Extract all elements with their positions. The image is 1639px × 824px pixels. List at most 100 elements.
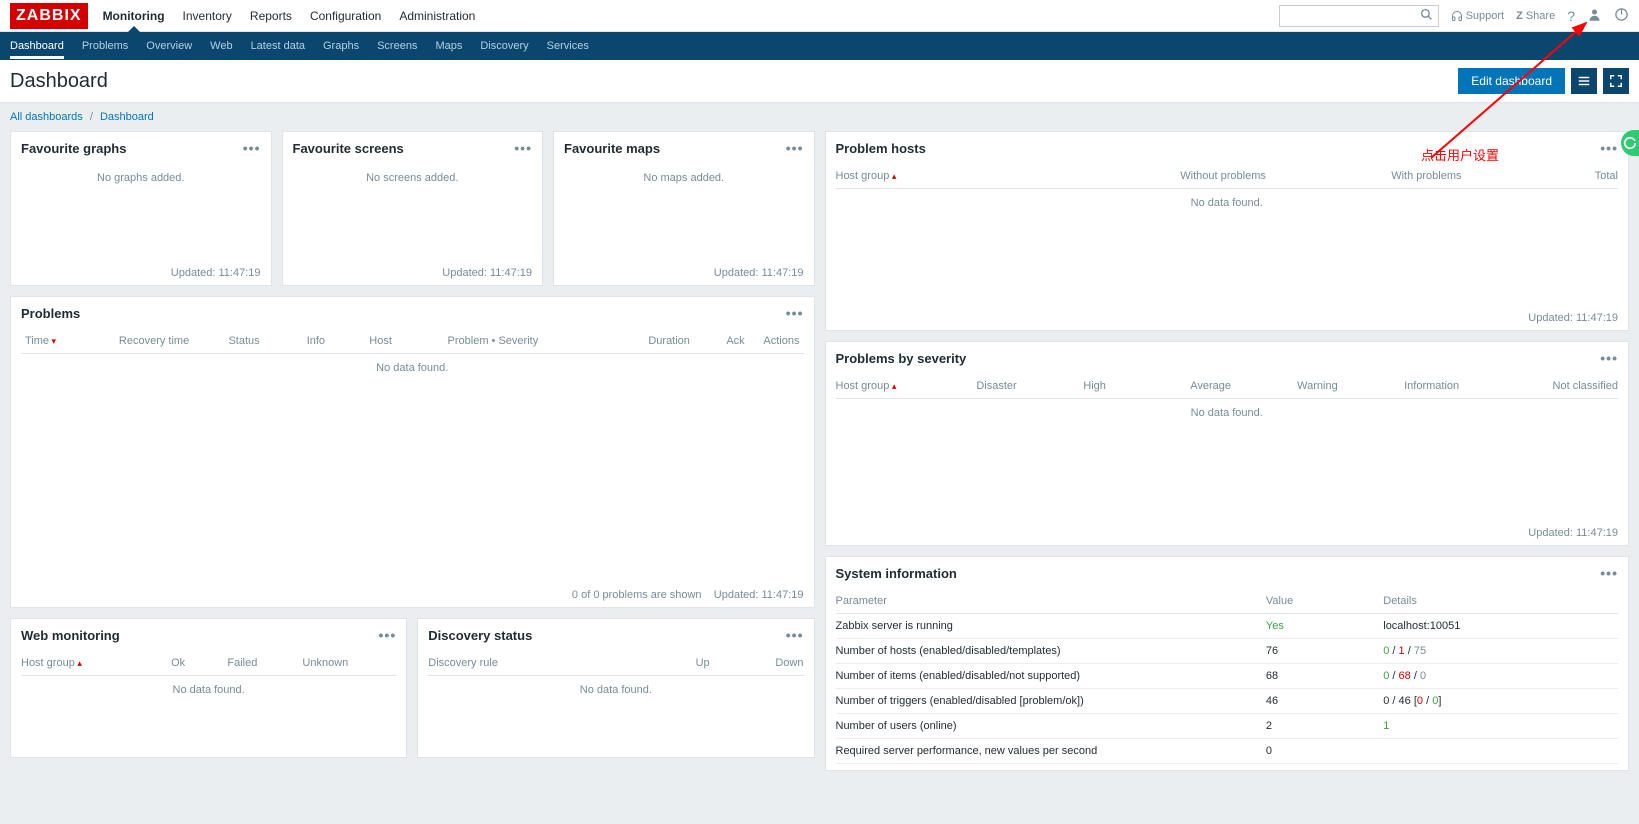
col-high[interactable]: High <box>1083 380 1190 392</box>
share-link[interactable]: Z Share <box>1516 10 1555 22</box>
si-param: Zabbix server is running <box>836 620 1266 632</box>
no-data: No data found. <box>836 189 1619 217</box>
col-notclassified[interactable]: Not classified <box>1511 380 1618 392</box>
col-information[interactable]: Information <box>1404 380 1511 392</box>
col-up[interactable]: Up <box>635 657 710 669</box>
col-down[interactable]: Down <box>710 657 804 669</box>
sub-nav-maps[interactable]: Maps <box>435 33 462 59</box>
breadcrumb-all[interactable]: All dashboards <box>10 111 83 123</box>
col-with[interactable]: With problems <box>1266 170 1462 182</box>
col-warning[interactable]: Warning <box>1297 380 1404 392</box>
widget-menu-icon[interactable]: ••• <box>786 627 804 643</box>
sub-nav-services[interactable]: Services <box>547 33 589 59</box>
widget-menu-icon[interactable]: ••• <box>1600 350 1618 366</box>
widget-menu-icon[interactable]: ••• <box>1600 140 1618 156</box>
col-disaster[interactable]: Disaster <box>976 380 1083 392</box>
col-actions[interactable]: Actions <box>749 335 804 347</box>
empty-message: No graphs added. <box>21 164 261 192</box>
si-value: 76 <box>1266 645 1383 657</box>
col-duration[interactable]: Duration <box>616 335 694 347</box>
si-param: Number of users (online) <box>836 720 1266 732</box>
col-details: Details <box>1383 595 1618 607</box>
widget-menu-icon[interactable]: ••• <box>514 140 532 156</box>
discovery-header: Discovery rule Up Down <box>428 651 803 676</box>
widget-menu-icon[interactable]: ••• <box>786 140 804 156</box>
widget-title: Favourite graphs <box>21 141 126 156</box>
si-param: Number of triggers (enabled/disabled [pr… <box>836 695 1266 707</box>
sub-nav-screens[interactable]: Screens <box>377 33 417 59</box>
support-link[interactable]: Support <box>1451 10 1505 22</box>
search-input[interactable] <box>1279 5 1439 27</box>
search-icon[interactable] <box>1420 8 1433 24</box>
col-status[interactable]: Status <box>224 335 302 347</box>
col-hostgroup[interactable]: Host group <box>21 657 171 669</box>
favourite-maps-widget: Favourite maps••• No maps added. Updated… <box>553 131 815 286</box>
widget-footer: 0 of 0 problems are shown Updated: 11:47… <box>11 583 814 607</box>
left-column: Favourite graphs ••• No graphs added. Upd… <box>10 131 815 771</box>
top-nav-monitoring[interactable]: Monitoring <box>103 1 165 31</box>
col-info[interactable]: Info <box>303 335 366 347</box>
widget-updated: Updated: 11:47:19 <box>283 261 543 285</box>
top-nav-items: Monitoring Inventory Reports Configuration A… <box>103 1 476 31</box>
breadcrumb-current[interactable]: Dashboard <box>100 111 154 123</box>
widget-menu-icon[interactable]: ••• <box>1600 565 1618 581</box>
widget-updated: Updated: 11:47:19 <box>11 261 271 285</box>
col-problem[interactable]: Problem • Severity <box>444 335 616 347</box>
sub-nav-discovery[interactable]: Discovery <box>480 33 528 59</box>
sub-nav-dashboard[interactable]: Dashboard <box>10 33 64 59</box>
widget-menu-icon[interactable]: ••• <box>243 140 261 156</box>
fullscreen-button[interactable] <box>1603 68 1629 94</box>
sysinfo-row: Required server performance, new values … <box>836 739 1619 764</box>
top-nav-administration[interactable]: Administration <box>399 1 475 31</box>
col-time[interactable]: Time <box>21 335 115 347</box>
bottom-row: Web monitoring••• Host group Ok Failed U… <box>10 618 815 758</box>
dashboard-list-button[interactable] <box>1571 68 1597 94</box>
col-unknown[interactable]: Unknown <box>302 657 396 669</box>
col-average[interactable]: Average <box>1190 380 1297 392</box>
sub-nav-problems[interactable]: Problems <box>82 33 128 59</box>
problem-hosts-widget: Problem hosts••• Host group Without prob… <box>825 131 1630 331</box>
problems-count: 0 of 0 problems are shown <box>572 589 702 601</box>
col-hostgroup[interactable]: Host group <box>836 170 993 182</box>
top-nav-reports[interactable]: Reports <box>250 1 292 31</box>
favourites-row: Favourite graphs ••• No graphs added. Upd… <box>10 131 815 286</box>
col-failed[interactable]: Failed <box>227 657 302 669</box>
favourite-graphs-widget: Favourite graphs ••• No graphs added. Upd… <box>10 131 272 286</box>
col-without[interactable]: Without problems <box>992 170 1266 182</box>
logo[interactable]: ZABBIX <box>10 3 88 29</box>
widget-title: Favourite screens <box>293 141 404 156</box>
col-ack[interactable]: Ack <box>694 335 749 347</box>
col-parameter: Parameter <box>836 595 1266 607</box>
user-icon[interactable] <box>1587 7 1602 25</box>
si-value: 2 <box>1266 720 1383 732</box>
widget-menu-icon[interactable]: ••• <box>379 627 397 643</box>
sub-nav-web[interactable]: Web <box>210 33 232 59</box>
sysinfo-row: Number of hosts (enabled/disabled/templa… <box>836 639 1619 664</box>
si-param: Required server performance, new values … <box>836 745 1266 757</box>
si-param: Number of items (enabled/disabled/not su… <box>836 670 1266 682</box>
edit-dashboard-button[interactable]: Edit dashboard <box>1458 68 1565 94</box>
si-param: Number of hosts (enabled/disabled/templa… <box>836 645 1266 657</box>
no-data: No data found. <box>21 354 804 382</box>
empty-message: No maps added. <box>564 164 804 192</box>
sub-nav-graphs[interactable]: Graphs <box>323 33 359 59</box>
col-ok[interactable]: Ok <box>171 657 227 669</box>
col-total[interactable]: Total <box>1462 170 1619 182</box>
sub-nav-overview[interactable]: Overview <box>146 33 192 59</box>
sub-nav-latest-data[interactable]: Latest data <box>251 33 305 59</box>
no-data: No data found. <box>836 399 1619 427</box>
col-rule[interactable]: Discovery rule <box>428 657 634 669</box>
favourite-screens-widget: Favourite screens••• No screens added. U… <box>282 131 544 286</box>
no-data: No data found. <box>21 676 396 704</box>
logout-icon[interactable] <box>1614 7 1629 25</box>
problems-table-header: Time Recovery time Status Info Host Prob… <box>21 329 804 354</box>
top-nav-configuration[interactable]: Configuration <box>310 1 381 31</box>
col-hostgroup[interactable]: Host group <box>836 380 977 392</box>
sysinfo-header: Parameter Value Details <box>836 589 1619 614</box>
top-nav-inventory[interactable]: Inventory <box>183 1 232 31</box>
col-recovery[interactable]: Recovery time <box>115 335 225 347</box>
col-host[interactable]: Host <box>365 335 443 347</box>
widget-title: Problems by severity <box>836 351 967 366</box>
widget-menu-icon[interactable]: ••• <box>786 305 804 321</box>
help-icon[interactable]: ? <box>1567 8 1575 24</box>
